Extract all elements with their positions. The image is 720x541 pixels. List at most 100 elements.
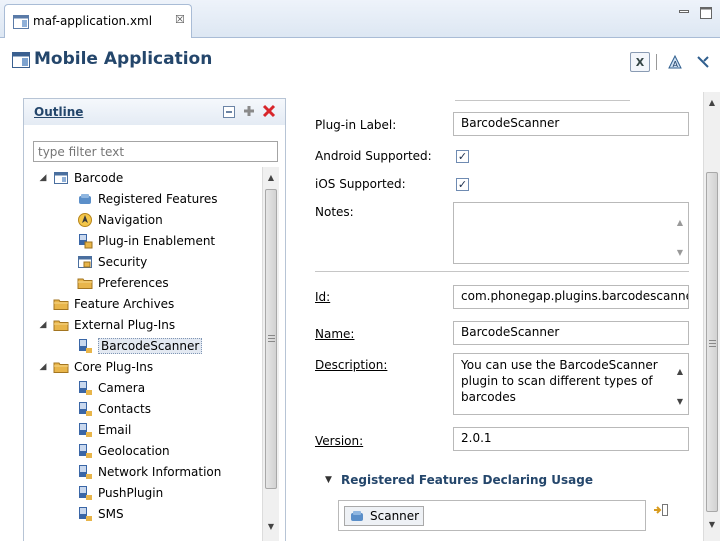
tree-item-label: Contacts — [98, 401, 151, 416]
tree-item[interactable]: Plug-in Enablement — [61, 230, 215, 251]
tree-item-label: Navigation — [98, 212, 163, 227]
id-field[interactable]: com.phonegap.plugins.barcodescanner — [453, 285, 689, 309]
outline-header: Outline — [24, 99, 285, 125]
scroll-up-arrow[interactable]: ▲ — [263, 173, 279, 182]
section-expand-icon[interactable]: ▼ — [325, 475, 332, 485]
details-scrollbar[interactable]: ▲ ▼ — [703, 92, 720, 541]
tree-item[interactable]: Network Information — [61, 461, 221, 482]
version-label: Version: — [315, 434, 364, 448]
description-scrollbar[interactable]: ▲ ▼ — [673, 355, 687, 413]
tree-item-label: Network Information — [98, 464, 222, 479]
tree-item[interactable]: Geolocation — [61, 440, 170, 461]
close-icon[interactable]: ☒ — [175, 13, 185, 26]
overview-button[interactable]: A — [666, 52, 684, 72]
scroll-down-arrow[interactable]: ▼ — [704, 520, 720, 529]
tree-item[interactable]: ◢ External Plug-Ins — [37, 314, 176, 335]
tree-item[interactable]: Registered Features — [61, 188, 218, 209]
feature-icon — [349, 508, 365, 524]
folder-icon — [53, 317, 69, 333]
plugin-icon — [77, 338, 93, 354]
top-divider — [455, 100, 630, 101]
description-label: Description: — [315, 358, 388, 372]
tree-item[interactable]: Security — [61, 251, 147, 272]
plugin-icon — [77, 401, 93, 417]
notes-field[interactable] — [453, 202, 689, 264]
tree-item-label: BarcodeScanner — [98, 337, 203, 354]
page-icon — [53, 170, 69, 186]
plugin-label-field[interactable]: BarcodeScanner — [453, 112, 689, 136]
tree-item-label: PushPlugin — [98, 485, 164, 500]
editor-tab-strip: maf-application.xml ☒ — [0, 0, 720, 38]
maximize-icon[interactable] — [699, 6, 713, 20]
tree-item[interactable]: Camera — [61, 377, 145, 398]
notes-label: Notes: — [315, 205, 354, 219]
description-field[interactable]: You can use the BarcodeScanner plugin to… — [453, 353, 689, 415]
tree-item[interactable]: Feature Archives — [37, 293, 174, 314]
plugin-icon — [77, 422, 93, 438]
scroll-up-arrow[interactable]: ▲ — [704, 98, 720, 107]
xpath-button[interactable] — [694, 52, 712, 72]
plugin-icon — [77, 443, 93, 459]
editor-tab-label: maf-application.xml — [33, 14, 153, 28]
tools-icon — [697, 56, 709, 68]
expand-toggle-icon[interactable]: ◢ — [37, 320, 49, 330]
ios-supported-checkbox[interactable]: ✓ — [456, 178, 469, 191]
tree-item[interactable]: Contacts — [61, 398, 151, 419]
outline-scrollbar[interactable]: ▲ ▼ — [262, 167, 279, 541]
tree-item[interactable]: Email — [61, 419, 131, 440]
security-icon — [77, 254, 93, 270]
expand-toggle-icon[interactable]: ◢ — [37, 173, 49, 183]
mobile-application-icon — [12, 52, 30, 71]
toolbar-divider — [656, 54, 657, 70]
tree-item[interactable]: SMS — [61, 503, 124, 524]
features-list[interactable]: Scanner — [338, 500, 646, 531]
tree-item[interactable]: PushPlugin — [61, 482, 163, 503]
add-icon[interactable] — [242, 104, 256, 121]
add-feature-icon[interactable] — [653, 502, 669, 521]
folder-icon — [53, 359, 69, 375]
plugin-label-label: Plug-in Label: — [315, 118, 397, 132]
source-view-button[interactable]: X — [630, 52, 650, 72]
plugin-icon — [77, 506, 93, 522]
plugin-icon — [77, 464, 93, 480]
tree-item-label: Feature Archives — [74, 296, 175, 311]
tree-item-label: Email — [98, 422, 132, 437]
tree-item[interactable]: Navigation — [61, 209, 163, 230]
scroll-thumb[interactable] — [706, 172, 718, 512]
outline-tree: ◢ Barcode Registered Features Navigation Plu… — [33, 167, 278, 541]
svg-text:A: A — [673, 60, 679, 69]
expand-toggle-icon[interactable]: ◢ — [37, 362, 49, 372]
version-field[interactable]: 2.0.1 — [453, 427, 689, 451]
folder-icon — [77, 275, 93, 291]
tree-item[interactable]: ◢ Core Plug-Ins — [37, 356, 154, 377]
tree-item-label: Core Plug-Ins — [74, 359, 154, 374]
delete-icon[interactable] — [262, 104, 276, 121]
filter-input[interactable] — [33, 141, 278, 162]
ios-supported-label: iOS Supported: — [315, 177, 406, 191]
overview-icon: A — [668, 54, 682, 69]
android-supported-checkbox[interactable]: ✓ — [456, 150, 469, 163]
tree-item-label: Security — [98, 254, 148, 269]
scroll-down-arrow[interactable]: ▼ — [263, 522, 279, 531]
collapse-all-icon[interactable] — [222, 105, 236, 122]
tree-item-label: Barcode — [74, 170, 124, 185]
outline-panel: Outline ◢ Barcode Registered Features Navig… — [23, 98, 286, 541]
tree-item-label: SMS — [98, 506, 124, 521]
scroll-thumb[interactable] — [265, 189, 277, 489]
editor-tab[interactable]: maf-application.xml ☒ — [4, 4, 192, 38]
minimize-icon[interactable] — [679, 6, 689, 16]
plugin-icon — [77, 380, 93, 396]
feature-icon — [77, 191, 93, 207]
tree-item[interactable]: ◢ Barcode — [37, 167, 124, 188]
page-title: Mobile Application — [34, 49, 213, 69]
feature-chip[interactable]: Scanner — [344, 506, 425, 526]
feature-chip-label: Scanner — [370, 509, 420, 523]
tree-item-label: Preferences — [98, 275, 169, 290]
notes-scrollbar[interactable]: ▲ ▼ — [673, 204, 687, 262]
plugin-icon — [77, 485, 93, 501]
tree-item-label: Registered Features — [98, 191, 218, 206]
name-field[interactable]: BarcodeScanner — [453, 321, 689, 345]
editor-header: Mobile Application X A — [0, 38, 720, 82]
tree-item[interactable]: Preferences — [61, 272, 169, 293]
tree-item[interactable]: BarcodeScanner — [61, 335, 203, 356]
